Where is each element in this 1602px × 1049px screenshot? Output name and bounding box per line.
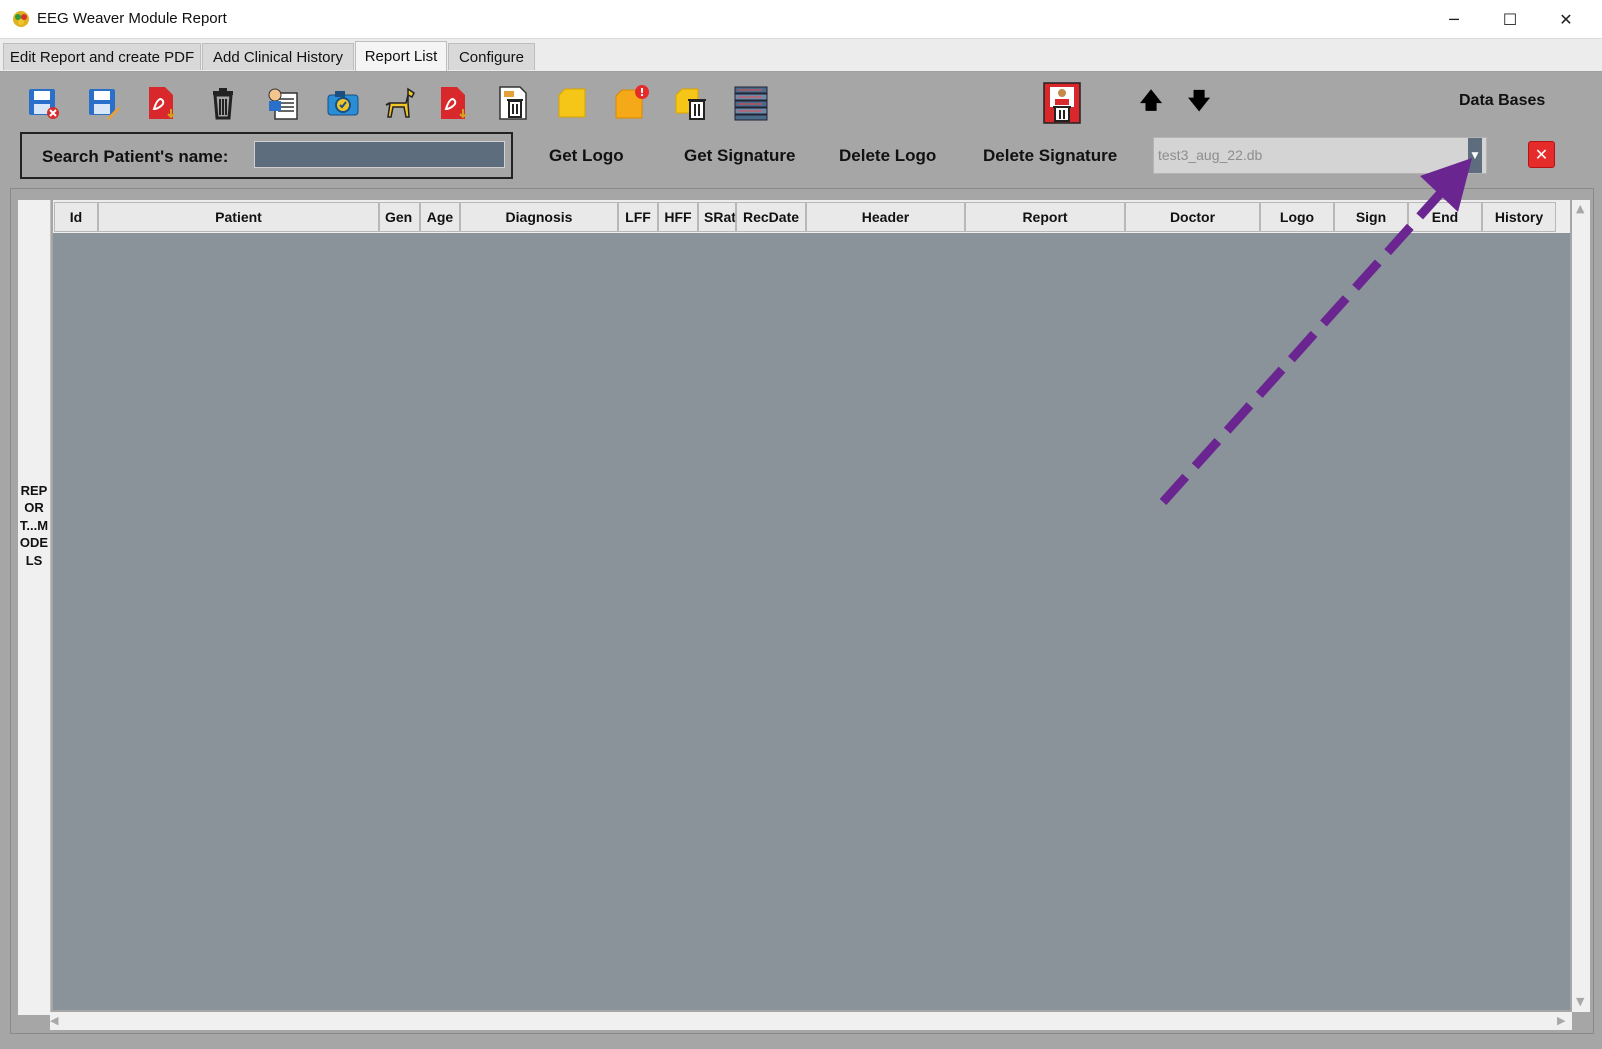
column-header-doctor[interactable]: Doctor: [1125, 202, 1260, 232]
patient-list-icon[interactable]: [262, 82, 304, 124]
app-window: EEG Weaver Module Report ─ ☐ ✕ Edit Repo…: [0, 0, 1602, 1049]
databases-label: Data Bases: [1459, 92, 1546, 109]
folder-delete-icon[interactable]: [670, 82, 712, 124]
delete-logo-button[interactable]: Delete Logo: [839, 146, 936, 166]
move-up-button[interactable]: 🡅: [1136, 88, 1166, 118]
tab-edit-report[interactable]: Edit Report and create PDF: [3, 43, 201, 70]
close-window-button[interactable]: ✕: [1538, 0, 1594, 38]
svg-text:!: !: [639, 86, 644, 99]
dropdown-arrow-icon[interactable]: ▼: [1468, 138, 1482, 173]
report-models-label: REPORT...MODELS: [19, 483, 49, 568]
horse-icon[interactable]: [380, 82, 422, 124]
save-delete-icon[interactable]: [22, 82, 64, 124]
remove-database-button[interactable]: ✕: [1528, 141, 1555, 168]
vertical-scrollbar[interactable]: ▲ ▼: [1572, 200, 1590, 1012]
column-header-srate[interactable]: SRat: [698, 202, 736, 232]
database-selected-value: test3_aug_22.db: [1158, 147, 1263, 163]
window-title: EEG Weaver Module Report: [37, 10, 227, 27]
trash-icon[interactable]: [202, 82, 244, 124]
database-stack-icon[interactable]: [730, 82, 772, 124]
column-header-gender[interactable]: Gen: [379, 202, 420, 232]
get-logo-button[interactable]: Get Logo: [549, 146, 624, 166]
maximize-button[interactable]: ☐: [1482, 0, 1538, 38]
pdf-download-icon[interactable]: [140, 82, 182, 124]
title-bar: EEG Weaver Module Report ─ ☐ ✕: [0, 0, 1602, 39]
column-header-patient[interactable]: Patient: [98, 202, 379, 232]
report-table[interactable]: Id Patient Gen Age Diagnosis LFF HFF SRa…: [53, 200, 1570, 1010]
save-edit-icon[interactable]: [82, 82, 124, 124]
column-header-history[interactable]: History: [1482, 202, 1556, 232]
column-header-header[interactable]: Header: [806, 202, 965, 232]
tab-strip: Edit Report and create PDF Add Clinical …: [0, 39, 1602, 72]
scroll-down-icon[interactable]: ▼: [1576, 995, 1584, 1008]
column-header-lff[interactable]: LFF: [618, 202, 658, 232]
folder-alert-icon[interactable]: !: [610, 82, 652, 124]
column-header-sign[interactable]: Sign: [1334, 202, 1408, 232]
tab-add-clinical-history[interactable]: Add Clinical History: [202, 43, 354, 70]
scroll-up-icon[interactable]: ▲: [1576, 202, 1584, 215]
scroll-right-icon[interactable]: ▶: [1557, 1014, 1565, 1027]
pdf-export-icon[interactable]: [432, 82, 474, 124]
column-header-diagnosis[interactable]: Diagnosis: [460, 202, 618, 232]
column-header-age[interactable]: Age: [420, 202, 460, 232]
patient-search-input[interactable]: [254, 141, 505, 168]
delete-signature-button[interactable]: Delete Signature: [983, 146, 1117, 166]
search-label: Search Patient's name:: [42, 147, 229, 166]
signature-delete-icon[interactable]: [1040, 80, 1084, 126]
column-header-hff[interactable]: HFF: [658, 202, 698, 232]
folder-yellow-icon[interactable]: [552, 82, 594, 124]
column-header-id[interactable]: Id: [54, 202, 98, 232]
column-header-end[interactable]: End: [1408, 202, 1482, 232]
close-icon: ✕: [1534, 145, 1549, 164]
scroll-left-icon[interactable]: ◀: [50, 1014, 58, 1027]
tab-configure[interactable]: Configure: [448, 43, 535, 70]
column-header-recdate[interactable]: RecDate: [736, 202, 806, 232]
arrow-down-icon: 🡇: [1187, 89, 1211, 114]
camera-icon[interactable]: [322, 82, 364, 124]
app-logo-icon: [13, 11, 29, 27]
tab-report-list[interactable]: Report List: [355, 41, 447, 71]
report-models-panel[interactable]: REPORT...MODELS: [18, 200, 51, 1015]
get-signature-button[interactable]: Get Signature: [684, 146, 795, 166]
arrow-up-icon: 🡅: [1139, 89, 1163, 114]
column-header-logo[interactable]: Logo: [1260, 202, 1334, 232]
move-down-button[interactable]: 🡇: [1184, 88, 1214, 118]
maximize-icon: ☐: [1502, 9, 1518, 29]
bottom-edge: [0, 1034, 1602, 1049]
close-icon: ✕: [1559, 9, 1573, 29]
search-group: Search Patient's name:: [20, 132, 513, 179]
minimize-button[interactable]: ─: [1426, 0, 1482, 38]
table-header-row: Id Patient Gen Age Diagnosis LFF HFF SRa…: [53, 200, 1570, 233]
database-select[interactable]: test3_aug_22.db ▼: [1153, 137, 1487, 174]
column-header-report[interactable]: Report: [965, 202, 1125, 232]
minimize-icon: ─: [1449, 9, 1459, 29]
document-delete-icon[interactable]: [492, 82, 534, 124]
horizontal-scrollbar[interactable]: ◀ ▶: [50, 1012, 1572, 1030]
